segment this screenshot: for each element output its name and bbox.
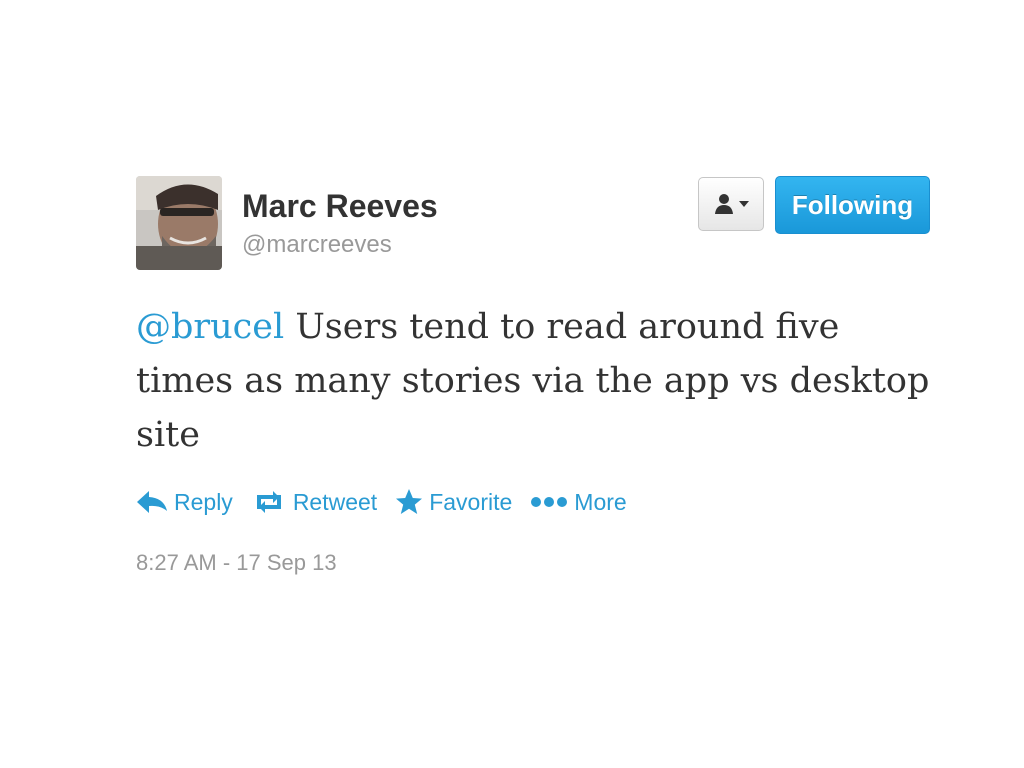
following-button[interactable]: Following [775,176,930,234]
tweet-timestamp[interactable]: 8:27 AM - 17 Sep 13 [136,548,337,578]
avatar[interactable] [136,176,222,270]
star-icon [396,489,423,514]
author-handle[interactable]: @marcreeves [242,230,392,260]
tweet-text: @brucel Users tend to read around five t… [136,300,932,462]
person-icon [715,194,733,214]
retweet-action[interactable]: Retweet [251,489,377,516]
mention-link[interactable]: @brucel [136,307,284,347]
author-name[interactable]: Marc Reeves [242,186,438,226]
reply-label: Reply [174,488,233,515]
favorite-label: Favorite [429,488,513,515]
favorite-action[interactable]: Favorite [395,488,512,516]
more-action[interactable]: More [530,488,627,516]
reply-action[interactable]: Reply [136,489,233,516]
more-label: More [574,488,627,515]
tweet-card: Marc Reeves @marcreeves Following @bruce… [136,176,932,596]
caret-down-icon [739,201,749,207]
more-dots-icon [531,497,568,507]
tweet-actions: Reply Retweet Favorite More [136,482,627,522]
reply-icon [137,491,167,513]
retweet-label: Retweet [292,488,378,515]
user-actions-button[interactable] [698,177,764,231]
retweet-icon [256,491,281,513]
